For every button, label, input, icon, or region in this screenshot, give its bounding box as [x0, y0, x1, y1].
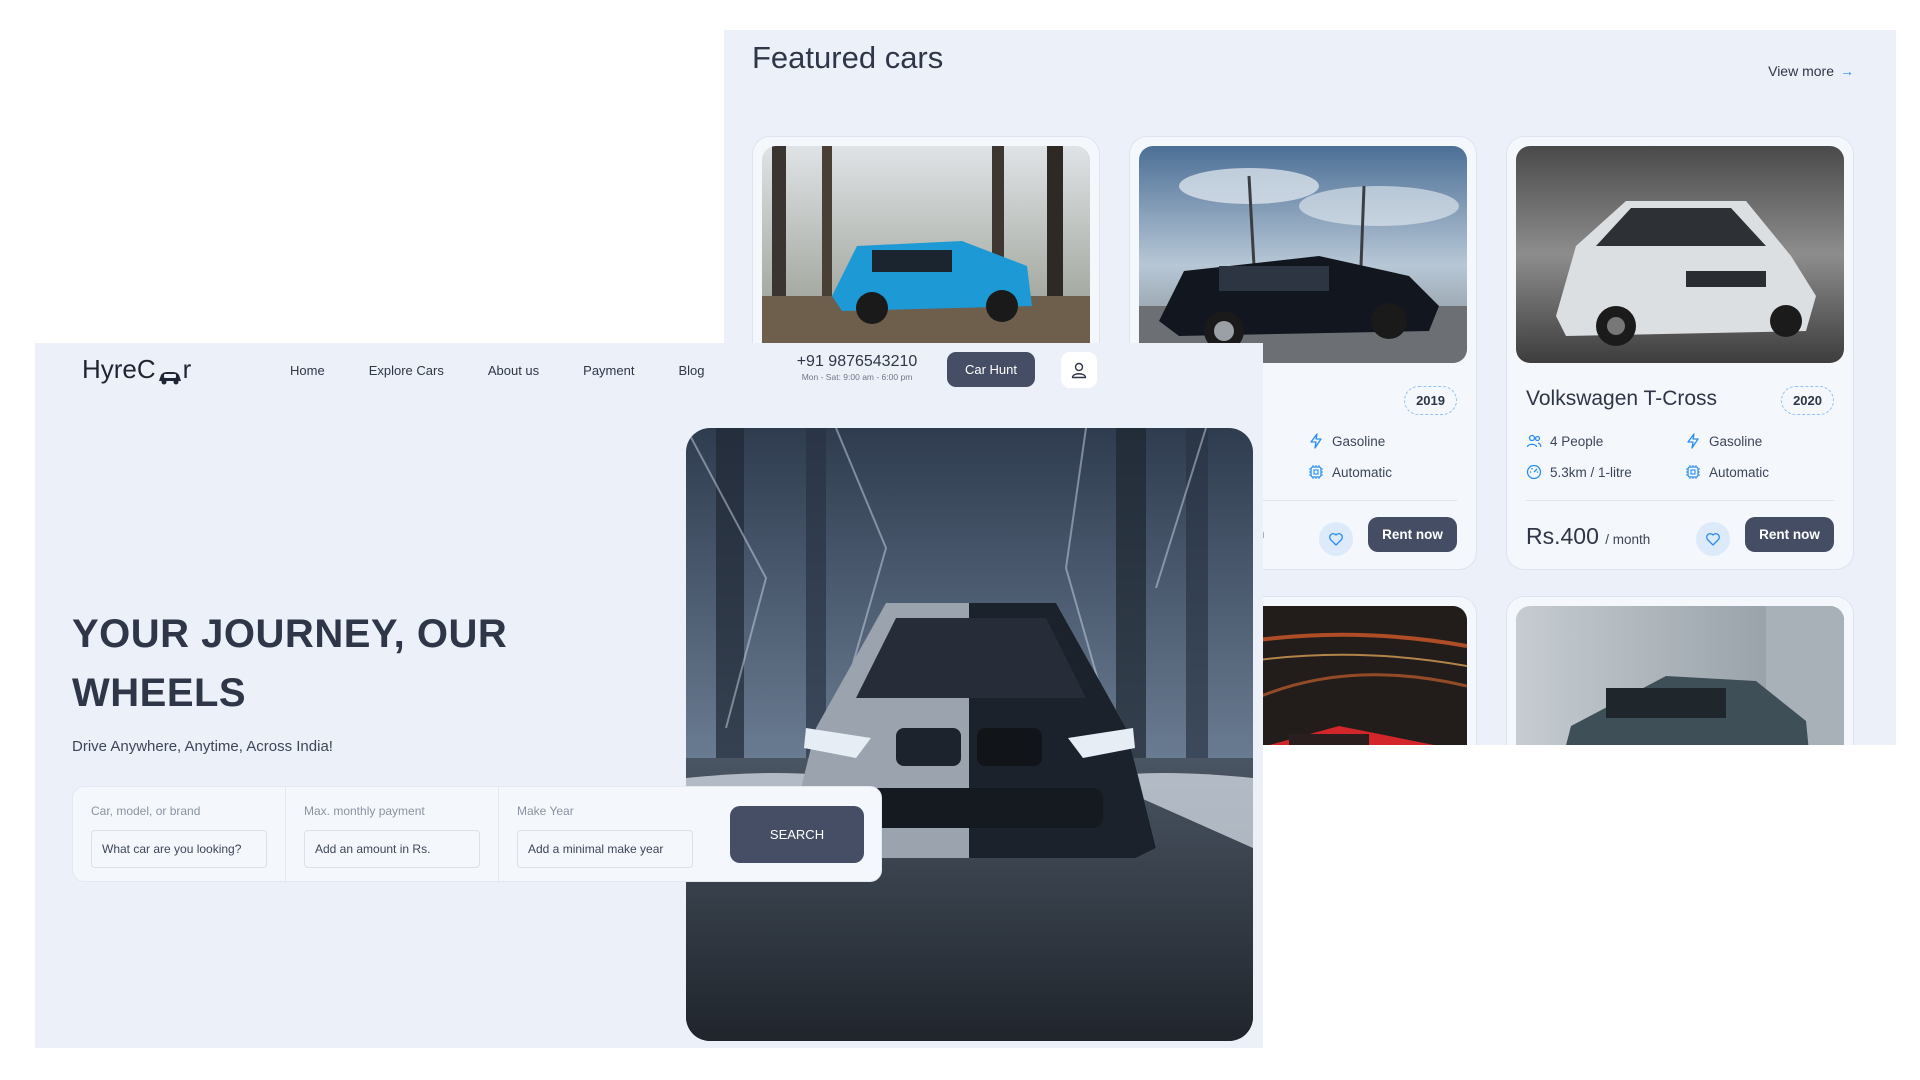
logo-text-end: r — [182, 354, 192, 384]
rent-now-button[interactable]: Rent now — [1745, 517, 1834, 552]
car-hunt-button[interactable]: Car Hunt — [947, 352, 1035, 387]
business-hours: Mon - Sat: 9:00 am - 6:00 pm — [801, 372, 913, 382]
car-spec-transmission: Automatic — [1685, 464, 1769, 480]
year-field-label: Make Year — [517, 804, 574, 818]
car-spec-fuel: Gasoline — [1308, 433, 1385, 449]
car-spec-people: 4 People — [1526, 433, 1603, 449]
hero-subline: Drive Anywhere, Anytime, Across India! — [72, 738, 333, 755]
heart-icon — [1329, 533, 1343, 546]
car-spec-transmission: Automatic — [1308, 464, 1392, 480]
car-search-form: Car, model, or brand Max. monthly paymen… — [72, 786, 882, 883]
user-account-button[interactable] — [1061, 352, 1097, 388]
user-icon — [1071, 362, 1087, 379]
nav-blog[interactable]: Blog — [678, 363, 704, 378]
car-card[interactable] — [1506, 596, 1854, 745]
chip-icon — [1686, 465, 1700, 479]
nav-about-us[interactable]: About us — [488, 363, 539, 378]
brand-field-label: Car, model, or brand — [91, 804, 201, 818]
max-payment-input[interactable] — [304, 830, 480, 868]
chip-icon — [1309, 465, 1323, 479]
hero-headline: YOUR JOURNEY, OUR WHEELS — [72, 612, 508, 715]
heart-icon — [1706, 533, 1720, 546]
speedometer-icon — [1526, 464, 1542, 480]
car-spec-mileage: 5.3km / 1-litre — [1526, 464, 1632, 480]
payment-field-label: Max. monthly payment — [304, 804, 425, 818]
favorite-button[interactable] — [1319, 522, 1353, 556]
fuel-label: Gasoline — [1332, 433, 1386, 449]
car-photo — [1516, 606, 1844, 745]
hero-panel: HyreC r Home Explore Cars About us Payme… — [35, 343, 1263, 1048]
favorite-button[interactable] — [1696, 522, 1730, 556]
car-year-badge: 2020 — [1781, 386, 1834, 415]
year-field-group: Make Year — [499, 787, 719, 883]
car-photo — [1139, 146, 1467, 363]
car-name: Volkswagen T-Cross — [1526, 387, 1718, 410]
nav-payment[interactable]: Payment — [583, 363, 634, 378]
main-nav: Home Explore Cars About us Payment Blog — [290, 363, 705, 378]
arrow-right-icon: → — [1840, 63, 1854, 79]
logo-text: HyreC — [82, 354, 156, 384]
brand-search-input[interactable] — [91, 830, 267, 868]
brand-field-group: Car, model, or brand — [73, 787, 286, 883]
lightning-icon — [1687, 433, 1699, 449]
car-price: Rs.400 / month — [1526, 523, 1650, 550]
payment-field-group: Max. monthly payment — [286, 787, 499, 883]
view-more-link[interactable]: View more → — [1768, 63, 1854, 79]
price-value: Rs.400 — [1526, 523, 1599, 549]
card-divider — [1526, 500, 1834, 501]
lightning-icon — [1310, 433, 1322, 449]
hero-car-photo — [686, 428, 1253, 1041]
nav-home[interactable]: Home — [290, 363, 325, 378]
nav-explore-cars[interactable]: Explore Cars — [369, 363, 444, 378]
mileage-label: 5.3km / 1-litre — [1550, 464, 1632, 480]
contact-phone: +91 9876543210 Mon - Sat: 9:00 am - 6:00… — [787, 353, 927, 382]
car-photo — [1516, 146, 1844, 363]
rent-now-button[interactable]: Rent now — [1368, 517, 1457, 552]
search-button[interactable]: SEARCH — [730, 806, 864, 863]
car-year-badge: 2019 — [1404, 386, 1457, 415]
make-year-input[interactable] — [517, 830, 693, 868]
people-icon — [1526, 434, 1542, 448]
fuel-label: Gasoline — [1709, 433, 1763, 449]
phone-number[interactable]: +91 9876543210 — [787, 353, 927, 371]
site-logo[interactable]: HyreC r — [82, 354, 191, 385]
transmission-label: Automatic — [1709, 464, 1770, 480]
featured-cars-title: Featured cars — [752, 40, 944, 75]
people-label: 4 People — [1550, 433, 1604, 449]
car-logo-icon — [157, 362, 183, 384]
car-card[interactable]: Volkswagen T-Cross 2020 4 People Gasolin… — [1506, 136, 1854, 570]
view-more-label: View more — [1768, 63, 1834, 79]
car-spec-fuel: Gasoline — [1685, 433, 1762, 449]
transmission-label: Automatic — [1332, 464, 1393, 480]
price-unit: / month — [1605, 532, 1651, 547]
car-photo — [762, 146, 1090, 363]
